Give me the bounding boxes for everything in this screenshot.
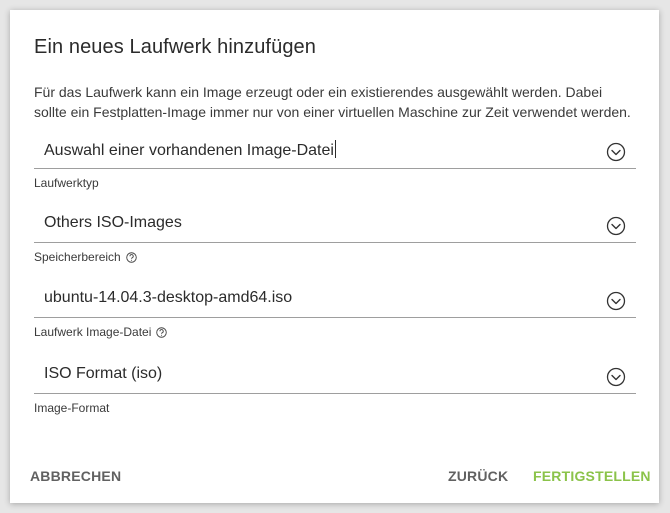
chevron-down-icon[interactable] <box>606 291 626 311</box>
dialog-description: Für das Laufwerk kann ein Image erzeugt … <box>34 84 631 120</box>
drive-type-select[interactable]: Auswahl einer vorhandenen Image-Datei <box>34 136 636 169</box>
chevron-down-icon[interactable] <box>606 142 626 162</box>
text-cursor <box>334 140 336 158</box>
image-format-value: ISO Format (iso) <box>44 365 163 382</box>
image-file-label: Laufwerk Image-Datei <box>34 325 636 339</box>
cancel-button[interactable]: ABBRECHEN <box>30 468 121 484</box>
image-file-select[interactable]: ubuntu-14.04.3-desktop-amd64.iso <box>34 285 636 318</box>
chevron-down-icon[interactable] <box>606 367 626 387</box>
drive-type-label: Laufwerktyp <box>34 176 99 190</box>
image-file-value: ubuntu-14.04.3-desktop-amd64.iso <box>44 289 293 306</box>
image-format-select[interactable]: ISO Format (iso) <box>34 361 636 394</box>
image-format-label: Image-Format <box>34 401 110 415</box>
drive-type-field: Auswahl einer vorhandenen Image-Datei La… <box>34 136 636 190</box>
back-button[interactable]: ZURÜCK <box>448 468 508 484</box>
storage-value: Others ISO-Images <box>44 214 182 231</box>
storage-select[interactable]: Others ISO-Images <box>34 210 636 243</box>
image-file-field: ubuntu-14.04.3-desktop-amd64.iso Laufwer… <box>34 285 636 339</box>
drive-type-value: Auswahl einer vorhandenen Image-Datei <box>44 140 336 159</box>
help-icon[interactable] <box>125 251 137 263</box>
storage-field: Others ISO-Images Speicherbereich <box>34 210 636 264</box>
add-drive-dialog: Ein neues Laufwerk hinzufügen Für das La… <box>10 10 659 503</box>
finish-button[interactable]: FERTIGSTELLEN <box>533 468 651 484</box>
image-format-field: ISO Format (iso) Image-Format <box>34 361 636 415</box>
dialog-title: Ein neues Laufwerk hinzufügen <box>34 36 316 58</box>
help-icon[interactable] <box>156 326 168 338</box>
storage-label: Speicherbereich <box>34 250 636 264</box>
chevron-down-icon[interactable] <box>606 216 626 236</box>
